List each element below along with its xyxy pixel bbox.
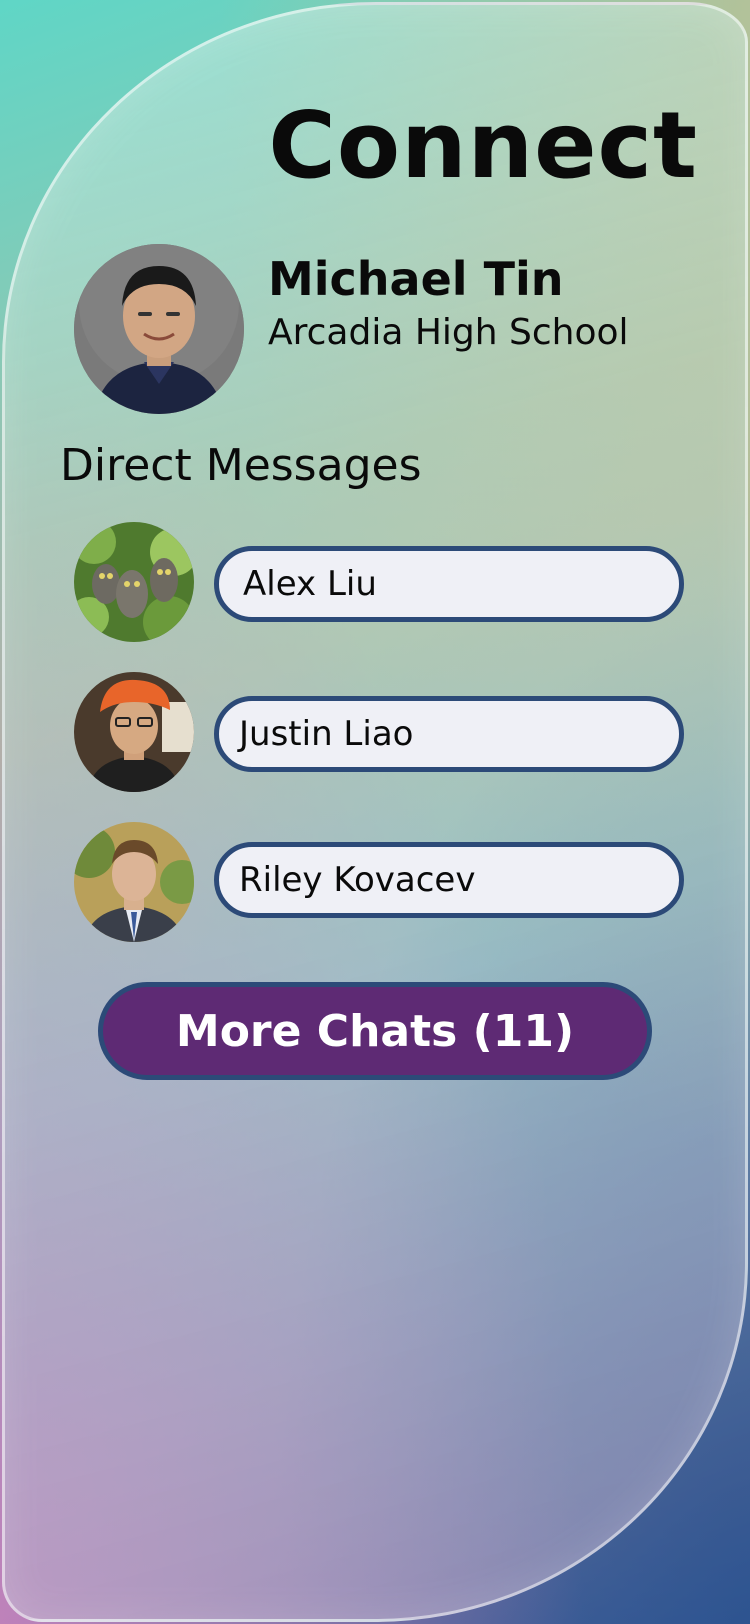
- main-card: [2, 2, 748, 1622]
- more-chats-button[interactable]: More Chats (11): [98, 982, 652, 1080]
- profile-name: Michael Tin: [268, 252, 564, 306]
- owl-photo-icon: [74, 522, 194, 642]
- chat-avatar[interactable]: [74, 822, 194, 942]
- chat-name-pill[interactable]: Riley Kovacev: [214, 842, 684, 918]
- chat-item-alex-liu[interactable]: Alex Liu: [74, 522, 684, 642]
- chat-name-pill[interactable]: Justin Liao: [214, 696, 684, 772]
- profile-avatar[interactable]: [74, 244, 244, 414]
- profile-school: Arcadia High School: [268, 312, 629, 353]
- chat-avatar[interactable]: [74, 522, 194, 642]
- chat-name-pill[interactable]: Alex Liu: [214, 546, 684, 622]
- page-title: Connect: [268, 92, 698, 199]
- chat-avatar[interactable]: [74, 672, 194, 792]
- person-photo-icon: [74, 672, 194, 792]
- profile-photo-icon: [74, 244, 244, 414]
- direct-messages-heading: Direct Messages: [60, 440, 422, 491]
- person-photo-icon: [74, 822, 194, 942]
- chat-item-riley-kovacev[interactable]: Riley Kovacev: [74, 822, 684, 942]
- chat-item-justin-liao[interactable]: Justin Liao: [74, 672, 684, 792]
